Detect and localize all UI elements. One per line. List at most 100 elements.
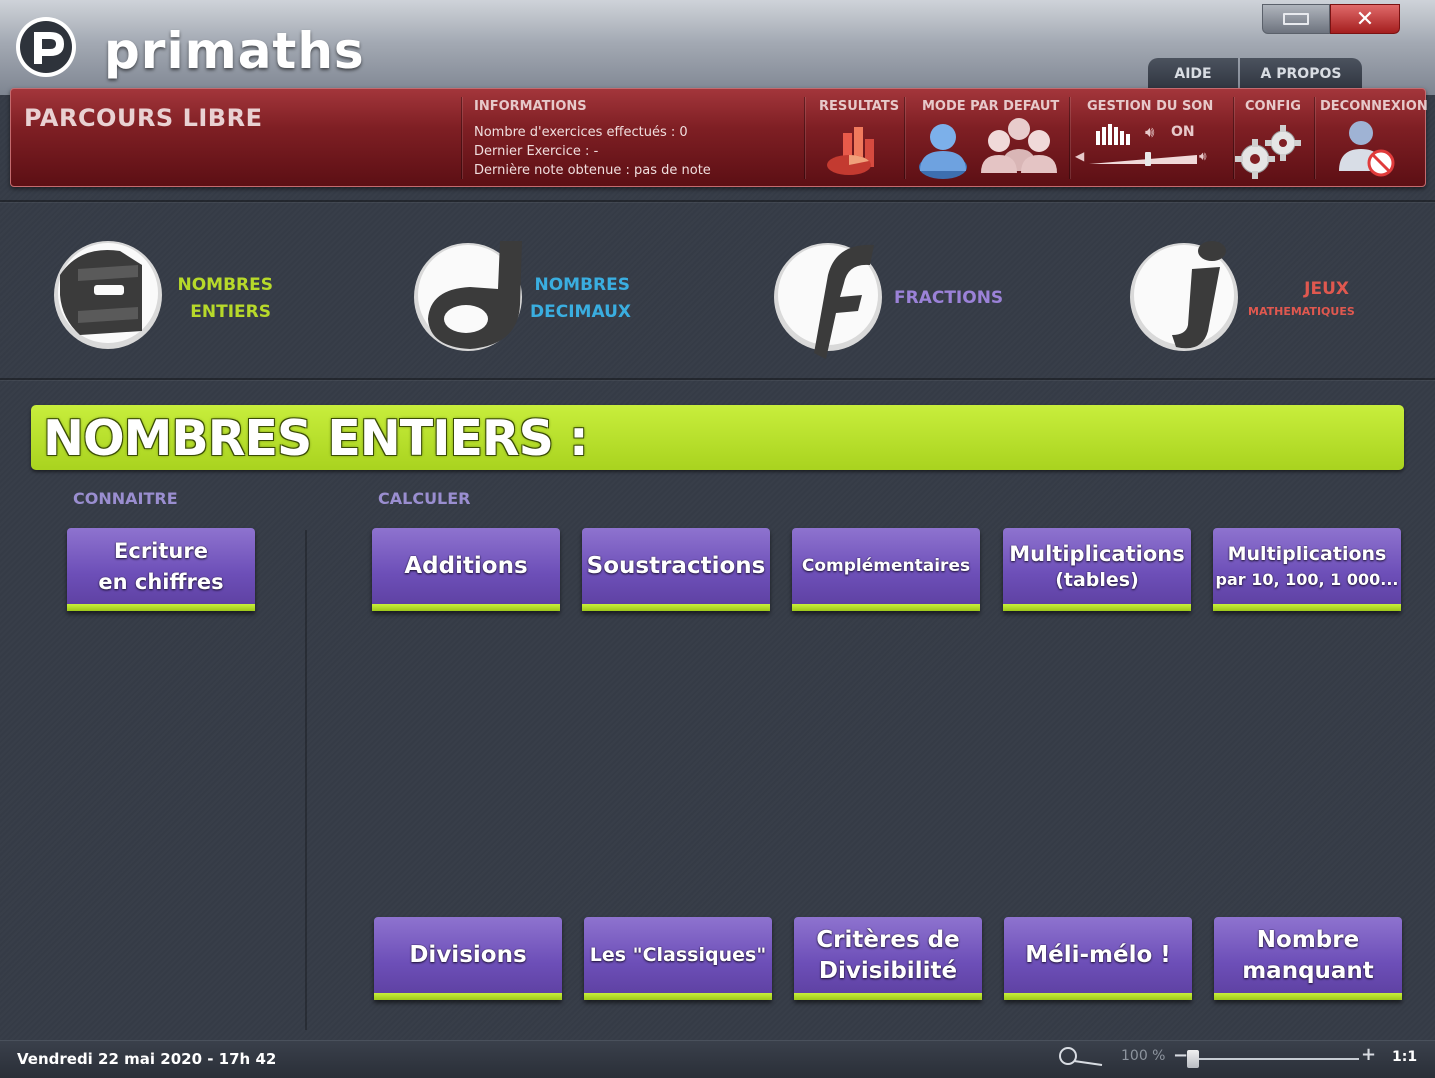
button-label-line2: par 10, 100, 1 000... <box>1215 570 1399 590</box>
volume-low-icon: ◀ <box>1075 149 1085 163</box>
info-exercises-done: Nombre d'exercices effectués : 0 <box>474 125 688 140</box>
zoom-knob[interactable] <box>1187 1050 1199 1068</box>
chart-icon[interactable] <box>823 119 883 179</box>
column-divider <box>305 530 307 1030</box>
minimize-icon <box>1283 13 1309 25</box>
button-label-line2: Divisibilité <box>818 957 958 984</box>
multiplications-par-10-button[interactable]: Multiplications par 10, 100, 1 000... <box>1213 528 1401 611</box>
speaker-icon[interactable]: 🔊︎ <box>1145 123 1154 141</box>
info-last-exercise: Dernier Exercice : - <box>474 144 599 159</box>
button-label: Soustractions <box>586 553 766 580</box>
group-users-icon[interactable] <box>979 113 1059 179</box>
category-label: FRACTIONS <box>894 288 1004 308</box>
header-divider <box>461 97 462 179</box>
header-divider <box>904 97 905 179</box>
tab-aide[interactable]: AIDE <box>1148 58 1238 90</box>
button-label: Divisions <box>409 942 527 969</box>
category-label-line1: NOMBRES <box>534 275 630 295</box>
button-label: Complémentaires <box>801 555 971 576</box>
soustractions-button[interactable]: Soustractions <box>582 528 770 611</box>
sound-state[interactable]: ON <box>1171 124 1195 140</box>
title-bar: primaths ✕ AIDE A PROPOS <box>0 0 1435 95</box>
mode-label: MODE PAR DEFAUT <box>922 99 1060 114</box>
category-label: NOMBRES DECIMAUX <box>530 275 631 322</box>
volume-knob[interactable] <box>1145 152 1152 166</box>
app-logo: primaths <box>14 14 394 80</box>
separator-line <box>0 200 1435 202</box>
zoom-magnifier-icon[interactable] <box>1058 1045 1104 1071</box>
divisions-button[interactable]: Divisions <box>374 917 562 1000</box>
primaths-logo-icon <box>16 17 76 77</box>
button-label-line1: Multiplications <box>1009 541 1185 566</box>
zoom-slider[interactable] <box>1187 1049 1359 1069</box>
zoom-out-icon[interactable]: − <box>1173 1045 1188 1066</box>
category-label: JEUX MATHEMATIQUES <box>1248 279 1355 318</box>
letter-d-icon <box>414 241 522 351</box>
button-label-line1: Critères de <box>816 926 960 953</box>
letter-e-icon <box>54 241 162 349</box>
logout-user-icon[interactable] <box>1335 117 1399 179</box>
zoom-track <box>1187 1058 1359 1060</box>
single-user-icon[interactable] <box>914 117 972 179</box>
category-nombres-entiers[interactable]: NOMBRES ENTIERS <box>50 235 290 360</box>
letter-f-icon <box>774 243 882 359</box>
equalizer-icon <box>1096 124 1130 145</box>
button-label: Additions <box>404 553 528 580</box>
nombre-manquant-button[interactable]: Nombre manquant <box>1214 917 1402 1000</box>
meli-melo-button[interactable]: Méli-mélo ! <box>1004 917 1192 1000</box>
page-title: PARCOURS LIBRE <box>24 104 263 132</box>
additions-button[interactable]: Additions <box>372 528 560 611</box>
category-nombres-decimaux[interactable]: NOMBRES DECIMAUX <box>410 235 650 360</box>
status-bar: Vendredi 22 mai 2020 - 17h 42 100 % − + … <box>0 1040 1435 1078</box>
category-fractions[interactable]: FRACTIONS <box>770 235 1010 360</box>
les-classiques-button[interactable]: Les "Classiques" <box>584 917 772 1000</box>
gears-icon[interactable] <box>1233 121 1303 181</box>
button-label-line2: (tables) <box>1055 568 1139 591</box>
calculer-label: CALCULER <box>378 489 471 508</box>
status-date: Vendredi 22 mai 2020 - 17h 42 <box>17 1050 277 1068</box>
button-label-line1: Ecriture <box>114 539 208 564</box>
ecriture-en-chiffres-button[interactable]: Ecriture en chiffres <box>67 528 255 611</box>
zoom-percent: 100 % <box>1121 1048 1166 1064</box>
header-divider <box>1314 97 1315 179</box>
app-name: primaths <box>104 22 365 80</box>
tab-a-propos[interactable]: A PROPOS <box>1240 58 1362 90</box>
button-label-line2: manquant <box>1242 957 1374 984</box>
header-panel: PARCOURS LIBRE INFORMATIONS Nombre d'exe… <box>10 88 1428 187</box>
minimize-button[interactable] <box>1262 4 1330 34</box>
letter-j-icon <box>1130 241 1238 351</box>
info-last-grade: Dernière note obtenue : pas de note <box>474 163 711 178</box>
multiplications-tables-button[interactable]: Multiplications (tables) <box>1003 528 1191 611</box>
button-label-line1: Multiplications <box>1227 542 1387 565</box>
resultats-label: RESULTATS <box>819 99 900 114</box>
sound-label: GESTION DU SON <box>1087 99 1214 114</box>
informations-label: INFORMATIONS <box>474 99 587 114</box>
volume-high-icon: 🔊︎ <box>1199 149 1207 163</box>
criteres-divisibilite-button[interactable]: Critères de Divisibilité <box>794 917 982 1000</box>
button-label: Les "Classiques" <box>589 943 767 966</box>
volume-slider[interactable]: ◀ 🔊︎ <box>1075 149 1215 169</box>
complementaires-button[interactable]: Complémentaires <box>792 528 980 611</box>
logout-label: DECONNEXION <box>1320 99 1428 114</box>
zoom-in-icon[interactable]: + <box>1361 1044 1376 1065</box>
category-label-line1: NOMBRES <box>177 275 273 295</box>
button-label-line1: Nombre <box>1256 926 1360 953</box>
separator-line <box>0 378 1435 380</box>
header-divider <box>1069 97 1070 179</box>
config-label: CONFIG <box>1245 99 1301 114</box>
volume-track <box>1089 155 1197 164</box>
header-divider <box>804 97 805 179</box>
close-button[interactable]: ✕ <box>1330 4 1400 34</box>
category-label-line2: DECIMAUX <box>530 302 631 322</box>
category-label-line2: MATHEMATIQUES <box>1248 305 1355 318</box>
close-icon: ✕ <box>1355 6 1375 32</box>
connaitre-label: CONNAITRE <box>73 489 178 508</box>
section-title-bar: NOMBRES ENTIERS : <box>31 405 1404 470</box>
category-label-line2: ENTIERS <box>190 302 271 322</box>
button-label-line2: en chiffres <box>98 569 224 594</box>
category-jeux-mathematiques[interactable]: JEUX MATHEMATIQUES <box>1128 235 1368 360</box>
category-label-line1: JEUX <box>1304 279 1349 299</box>
section-title: NOMBRES ENTIERS : <box>43 410 589 467</box>
button-label: Méli-mélo ! <box>1025 942 1171 969</box>
zoom-ratio[interactable]: 1:1 <box>1392 1049 1417 1065</box>
